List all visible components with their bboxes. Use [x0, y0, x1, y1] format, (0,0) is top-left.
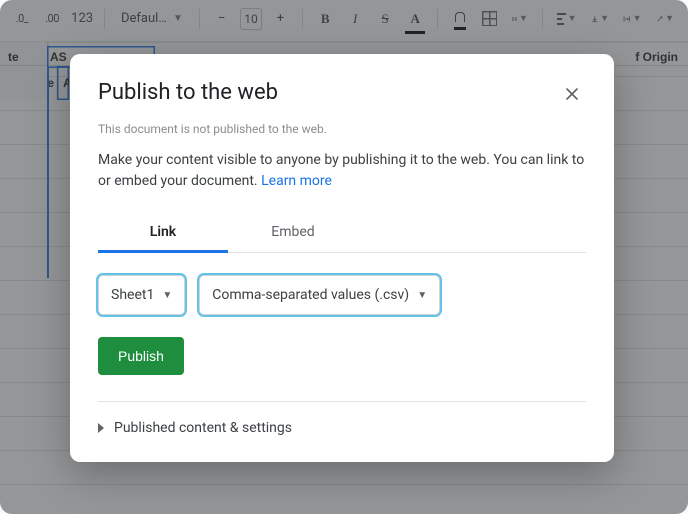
divider	[98, 401, 586, 402]
sheet-select[interactable]: Sheet1 ▼	[98, 275, 185, 315]
chevron-down-icon: ▼	[162, 290, 172, 301]
published-content-settings-expander[interactable]: Published content & settings	[98, 416, 586, 442]
close-icon	[564, 86, 580, 102]
publish-dialog: Publish to the web This document is not …	[70, 54, 614, 462]
format-select-value: Comma-separated values (.csv)	[212, 287, 409, 303]
close-button[interactable]	[558, 80, 586, 108]
caret-right-icon	[98, 423, 104, 433]
dialog-title: Publish to the web	[98, 80, 278, 105]
publish-status-text: This document is not published to the we…	[98, 122, 586, 136]
dialog-tabs: Link Embed	[98, 214, 586, 253]
publish-button[interactable]: Publish	[98, 337, 184, 375]
sheet-select-value: Sheet1	[111, 287, 154, 303]
dialog-description: Make your content visible to anyone by p…	[98, 150, 586, 192]
expander-label: Published content & settings	[114, 420, 292, 436]
dialog-description-text: Make your content visible to anyone by p…	[98, 152, 584, 189]
tab-embed[interactable]: Embed	[228, 214, 358, 252]
chevron-down-icon: ▼	[417, 290, 427, 301]
tab-link[interactable]: Link	[98, 214, 228, 253]
format-select[interactable]: Comma-separated values (.csv) ▼	[199, 275, 440, 315]
publish-options-row: Sheet1 ▼ Comma-separated values (.csv) ▼	[98, 275, 586, 315]
learn-more-link[interactable]: Learn more	[261, 173, 332, 189]
